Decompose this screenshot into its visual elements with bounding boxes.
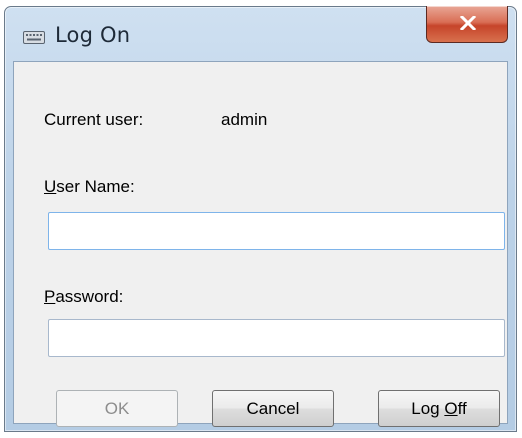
ok-button[interactable]: OK [56, 390, 178, 427]
title-bar[interactable]: Log On [5, 6, 516, 61]
current-user-value: admin [221, 110, 268, 129]
keyboard-icon [23, 29, 45, 45]
dialog-body: Current user: admin User Name: Password:… [13, 61, 508, 427]
logon-dialog: Log On Current user: admin User Name: Pa… [4, 6, 517, 432]
cancel-button[interactable]: Cancel [212, 390, 334, 427]
username-label: User Name: [44, 177, 135, 196]
username-input[interactable] [48, 212, 505, 250]
close-button[interactable] [426, 6, 508, 43]
window-title: Log On [55, 23, 131, 47]
log-off-button[interactable]: Log Off [378, 390, 500, 427]
password-input[interactable] [48, 319, 505, 357]
close-icon [460, 16, 476, 30]
password-label: Password: [44, 287, 124, 306]
current-user-label: Current user: [44, 110, 144, 129]
